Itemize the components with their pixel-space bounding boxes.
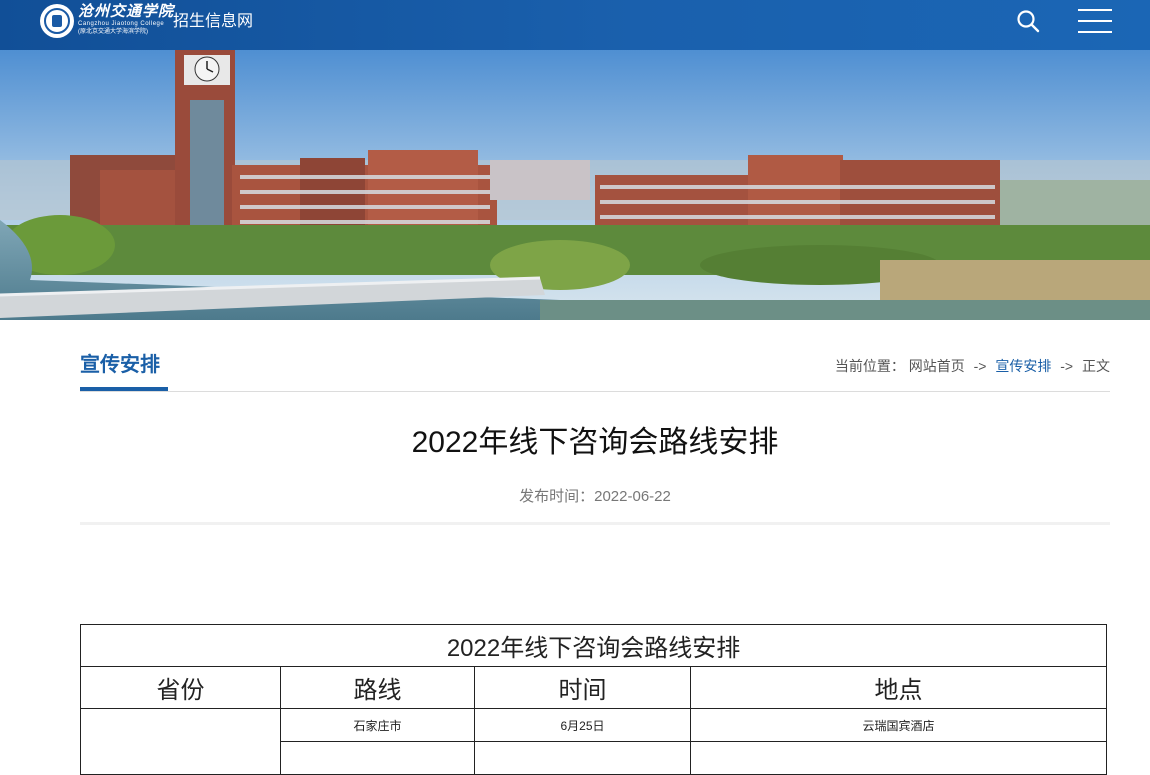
column-header-place: 地点 [689,666,1108,709]
table-caption-row: 2022年线下咨询会路线安排 [79,624,1108,667]
table-header-row: 省份 路线 时间 地点 [80,666,1108,709]
breadcrumb-current: 正文 [1082,358,1110,374]
breadcrumb-category-link[interactable]: 宣传安排 [995,358,1051,374]
cell-province [80,708,281,775]
site-name[interactable]: 招生信息网 [173,12,253,32]
breadcrumb: 当前位置： 网站首页 -> 宣传安排 -> 正文 [835,356,1110,376]
breadcrumb-home-link[interactable]: 网站首页 [909,358,965,374]
schedule-table: 2022年线下咨询会路线安排 省份 路线 时间 地点 石家庄市 6月25日 云瑞… [79,624,1108,775]
menu-bar [1078,9,1112,11]
section-title: 宣传安排 [80,354,160,376]
cell-time: 6月25日 [474,708,691,742]
campus-illustration [0,50,1150,320]
table-row: 石家庄市 6月25日 云瑞国宾酒店 [80,708,1108,775]
campus-banner-image [0,50,1150,320]
table-caption: 2022年线下咨询会路线安排 [79,624,1108,667]
site-header: 沧州交通学院 Cangzhou Jiaotong College (原北京交通大… [0,0,1150,50]
hamburger-menu-icon[interactable] [1078,9,1112,35]
college-seal-icon[interactable] [40,4,74,38]
column-header-route: 路线 [280,666,475,709]
column-header-province: 省份 [80,666,281,709]
logo-chinese-name: 沧州交通学院 [78,2,175,20]
breadcrumb-separator: -> [1060,358,1074,374]
breadcrumb-separator: -> [973,358,987,374]
menu-bar [1078,31,1112,33]
cell-time [474,741,691,775]
cell-route: 石家庄市 [280,708,475,742]
search-button[interactable] [1015,8,1043,36]
logo-former-name: (原北京交通大学海滨学院) [78,29,148,35]
college-logo-text[interactable]: 沧州交通学院 Cangzhou Jiaotong College (原北京交通大… [78,2,175,39]
menu-bar [1078,20,1112,22]
column-header-time: 时间 [474,666,691,709]
cell-place: 云瑞国宾酒店 [689,708,1108,742]
cell-place [689,741,1108,775]
seal-core [52,15,62,27]
cell-route [280,741,475,775]
logo-english-name: Cangzhou Jiaotong College [78,21,165,27]
publish-date: 发布时间：2022-06-22 [519,488,671,505]
search-icon [1017,10,1040,33]
breadcrumb-prefix: 当前位置： [834,358,905,374]
article-divider [80,522,1110,525]
article-title: 2022年线下咨询会路线安排 [411,426,779,459]
section-divider [80,391,1110,392]
